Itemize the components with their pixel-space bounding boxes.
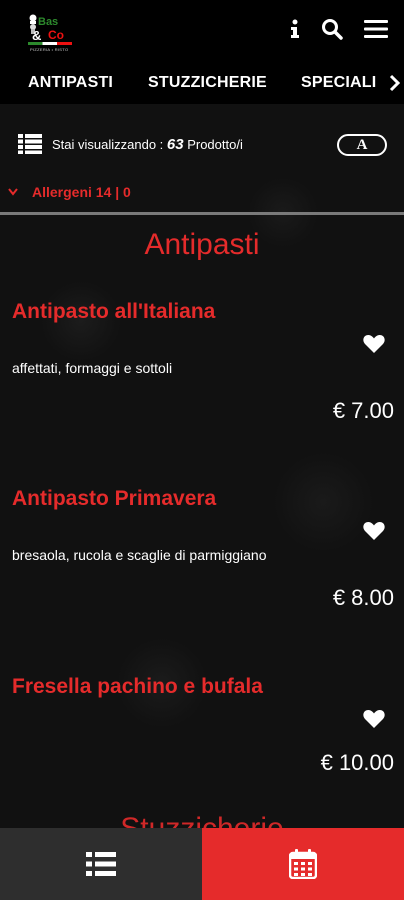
heart-icon[interactable]: [363, 521, 385, 541]
divider: [0, 212, 404, 215]
tab-antipasti[interactable]: ANTIPASTI: [28, 74, 113, 92]
allergeni-filter[interactable]: Allergeni 14 | 0: [0, 180, 404, 208]
menu-icon[interactable]: [363, 16, 389, 42]
top-bar: Bas & Co PIZZERIA • RISTO: [0, 0, 404, 64]
item-price: € 7.00: [332, 398, 394, 423]
item-name[interactable]: Antipasto Primavera: [12, 487, 216, 511]
list-view-icon[interactable]: [18, 134, 42, 154]
bottom-bar: [0, 828, 404, 900]
list-icon: [86, 852, 116, 876]
item-description: bresaola, rucola e scaglie di parmiggian…: [12, 547, 267, 563]
search-icon[interactable]: [319, 16, 345, 42]
logo[interactable]: Bas & Co PIZZERIA • RISTO: [24, 14, 76, 62]
heart-icon[interactable]: [363, 334, 385, 354]
item-name[interactable]: Fresella pachino e bufala: [12, 675, 263, 699]
item-description: affettati, formaggi e sottoli: [12, 360, 173, 376]
chevron-down-icon: [8, 188, 18, 196]
calendar-icon: [289, 849, 317, 879]
product-count-text: Stai visualizzando : 63 Prodotto/i: [52, 136, 243, 153]
item-price: € 10.00: [320, 750, 394, 775]
font-size-button[interactable]: A: [337, 134, 387, 156]
logo-subtitle: PIZZERIA • RISTO: [30, 47, 69, 52]
info-icon[interactable]: [282, 16, 308, 42]
product-count-value: 63: [166, 136, 184, 153]
item-name[interactable]: Antipasto all'Italiana: [12, 300, 215, 324]
heart-icon[interactable]: [363, 709, 385, 729]
logo-text-amp: &: [32, 28, 42, 43]
tab-speciali[interactable]: SPECIALI: [301, 74, 376, 92]
chevron-right-icon[interactable]: [388, 72, 402, 94]
category-tabs: ANTIPASTI STUZZICHERIE SPECIALI: [0, 64, 404, 104]
logo-flag-stripe: [28, 42, 72, 45]
product-count-suffix: Prodotto/i: [183, 137, 243, 152]
logo-text-bas: Bas: [38, 16, 59, 28]
allergeni-label: Allergeni 14 | 0: [32, 184, 131, 200]
menu-list-button[interactable]: [0, 828, 202, 900]
category-title: Antipasti: [144, 228, 260, 261]
booking-button[interactable]: [202, 828, 404, 900]
product-count-prefix: Stai visualizzando :: [52, 137, 167, 152]
tab-stuzzicherie[interactable]: STUZZICHERIE: [148, 74, 267, 92]
item-price: € 8.00: [332, 585, 394, 610]
logo-text-co: Co: [48, 28, 64, 42]
